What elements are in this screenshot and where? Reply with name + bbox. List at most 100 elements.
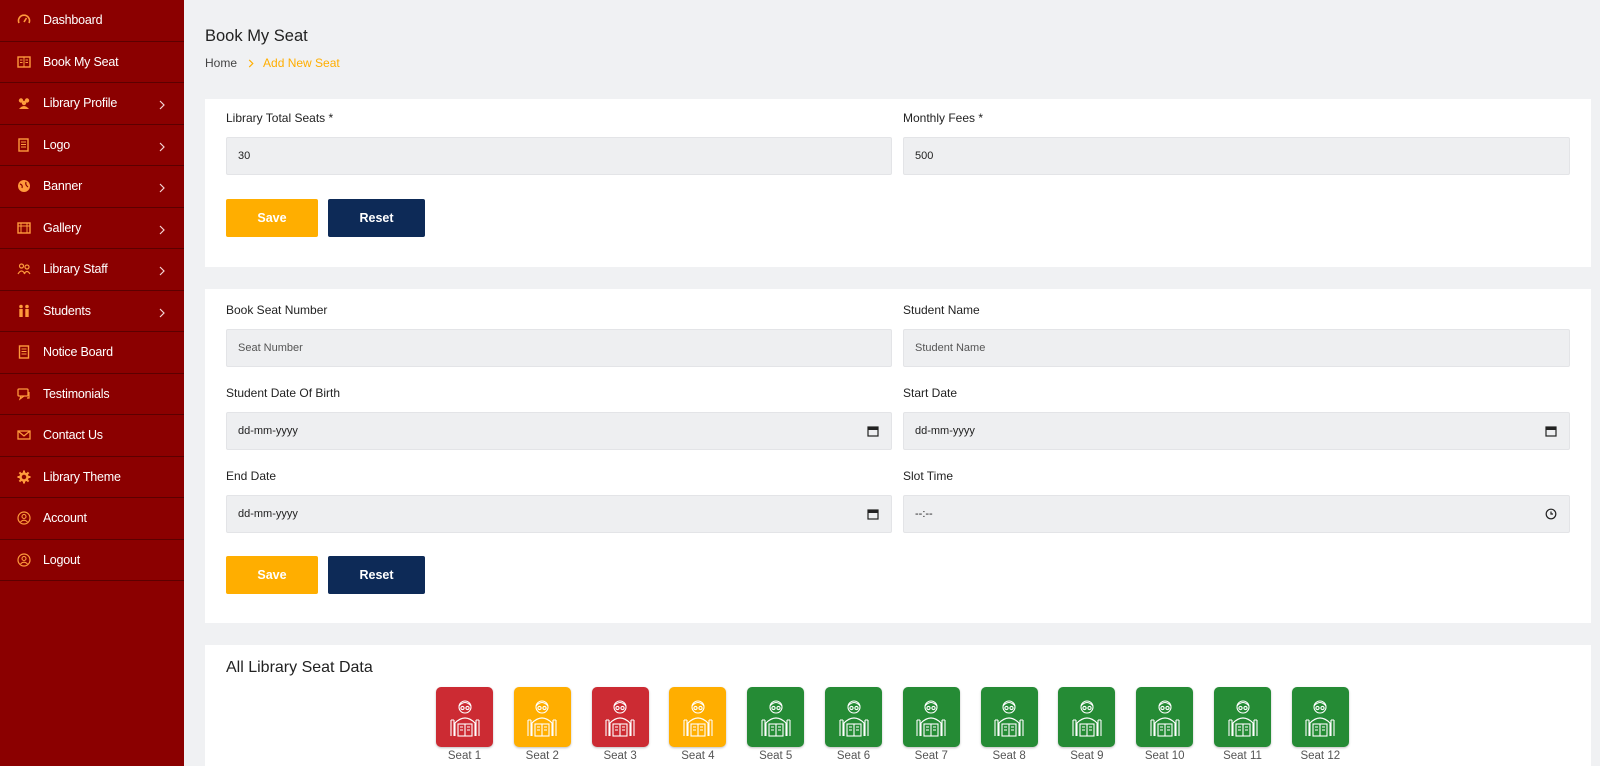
seat-person-icon	[436, 687, 493, 747]
settings-reset-button[interactable]: Reset	[328, 199, 425, 237]
student-name-label: Student Name	[903, 303, 980, 317]
seat-label: Seat 8	[992, 750, 1026, 762]
calendar-icon[interactable]	[867, 425, 879, 437]
seat-person-icon	[825, 687, 882, 747]
seat-person-icon	[1136, 687, 1194, 747]
sidebar-item-label: Library Profile	[43, 96, 118, 111]
seat-person-icon	[1291, 687, 1349, 747]
sidebar-nav: Dashboard Book My Seat Library Profile Logo…	[0, 0, 184, 581]
gear-icon	[17, 470, 31, 484]
speedometer-icon	[17, 13, 31, 27]
seat-label: Seat 2	[525, 750, 559, 762]
dob-date-input[interactable]: dd-mm-yyyy	[226, 412, 892, 450]
sidebar-item-book-my-seat[interactable]: Book My Seat	[0, 42, 184, 83]
seat-data-title: All Library Seat Data	[226, 659, 373, 676]
calendar-icon[interactable]	[867, 508, 879, 520]
seat-label: Seat 1	[447, 750, 482, 762]
seat-tile[interactable]: Seat 6	[825, 687, 882, 762]
chevron-right-icon	[158, 181, 166, 193]
calendar-icon[interactable]	[1545, 425, 1557, 437]
chevron-right-icon	[158, 306, 166, 318]
breadcrumb: Home Add New Seat	[205, 56, 340, 70]
dob-value: dd-mm-yyyy	[238, 425, 298, 437]
chevron-right-icon	[158, 98, 166, 110]
student-name-input[interactable]: Student Name	[903, 329, 1570, 367]
sidebar-item-library-staff[interactable]: Library Staff	[0, 249, 184, 291]
seat-label: Seat 9	[1070, 750, 1104, 762]
sidebar-item-library-theme[interactable]: Library Theme	[0, 457, 184, 498]
users-icon	[17, 96, 31, 110]
slot-time-value: --:--	[915, 508, 933, 520]
chevron-right-icon	[158, 223, 166, 235]
seat-person-icon	[1214, 687, 1271, 747]
seat-tile[interactable]: Seat 12	[1291, 687, 1349, 762]
seat-tile[interactable]: Seat 3	[591, 687, 649, 762]
dob-label: Student Date Of Birth	[226, 386, 341, 400]
seat-number-label: Book Seat Number	[226, 303, 328, 317]
seat-person-icon	[591, 687, 649, 747]
sidebar-item-banner[interactable]: Banner	[0, 166, 184, 208]
sidebar-item-contact-us[interactable]: Contact Us	[0, 415, 184, 457]
clock-icon[interactable]	[1545, 508, 1557, 520]
seat-label: Seat 3	[603, 750, 637, 762]
chevron-right-icon	[248, 58, 254, 68]
seat-person-icon	[902, 687, 960, 747]
chat-icon	[17, 387, 31, 401]
total-seats-input[interactable]: 30	[226, 137, 892, 175]
sidebar-item-logo[interactable]: Logo	[0, 125, 184, 166]
sidebar-item-label: Account	[43, 511, 87, 526]
sidebar-item-testimonials[interactable]: Testimonials	[0, 374, 184, 415]
sidebar-item-logout[interactable]: Logout	[0, 540, 184, 581]
seat-label: Seat 10	[1144, 750, 1185, 762]
book-icon	[17, 55, 31, 69]
sidebar-item-dashboard[interactable]: Dashboard	[0, 0, 184, 42]
breadcrumb-current: Add New Seat	[263, 56, 340, 70]
sidebar-item-label: Banner	[43, 179, 83, 194]
seat-person-icon	[1058, 687, 1116, 747]
monthly-fees-input[interactable]: 500	[903, 137, 1570, 175]
sidebar-item-label: Contact Us	[43, 428, 103, 443]
start-date-label: Start Date	[903, 386, 958, 400]
seat-person-icon	[980, 687, 1038, 747]
seat-person-icon	[669, 687, 727, 747]
breadcrumb-home-link[interactable]: Home	[205, 56, 237, 70]
seat-tile[interactable]: Seat 9	[1058, 687, 1116, 762]
sidebar: Dashboard Book My Seat Library Profile Logo…	[0, 0, 184, 766]
settings-save-button[interactable]: Save	[226, 199, 318, 237]
monthly-fees-label: Monthly Fees *	[903, 111, 984, 125]
sidebar-item-students[interactable]: Students	[0, 291, 184, 332]
slot-time-input[interactable]: --:--	[903, 495, 1570, 533]
seat-label: Seat 7	[914, 750, 948, 762]
seat-tile[interactable]: Seat 7	[902, 687, 960, 762]
staff-icon	[17, 262, 31, 276]
seat-tile[interactable]: Seat 10	[1136, 687, 1194, 762]
seat-label: Seat 12	[1300, 750, 1341, 762]
end-date-value: dd-mm-yyyy	[238, 508, 298, 520]
seat-tile[interactable]: Seat 8	[980, 687, 1038, 762]
seat-tile[interactable]: Seat 5	[747, 687, 805, 762]
booking-reset-button[interactable]: Reset	[328, 556, 425, 594]
seat-number-input[interactable]: Seat Number	[226, 329, 892, 367]
sidebar-item-account[interactable]: Account	[0, 498, 184, 540]
book-seat-card: Book Seat Number Seat Number Student Nam…	[205, 289, 1591, 623]
sidebar-item-label: Notice Board	[43, 345, 113, 360]
logout-icon	[17, 553, 31, 567]
main-content: Book My Seat Home Add New Seat Library T…	[184, 0, 1600, 766]
seat-tile[interactable]: Seat 11	[1214, 687, 1271, 762]
end-date-input[interactable]: dd-mm-yyyy	[226, 495, 892, 533]
start-date-input[interactable]: dd-mm-yyyy	[903, 412, 1570, 450]
sidebar-item-gallery[interactable]: Gallery	[0, 208, 184, 249]
globe-icon	[17, 179, 31, 193]
gallery-icon	[17, 221, 31, 235]
total-seats-label: Library Total Seats *	[226, 111, 334, 125]
sidebar-item-library-profile[interactable]: Library Profile	[0, 83, 184, 125]
booking-save-button[interactable]: Save	[226, 556, 318, 594]
sidebar-item-label: Library Theme	[43, 469, 121, 484]
seat-tile[interactable]: Seat 2	[513, 687, 571, 762]
sidebar-item-notice-board[interactable]: Notice Board	[0, 332, 184, 374]
sidebar-item-label: Library Staff	[43, 262, 108, 277]
seat-tile[interactable]: Seat 4	[669, 687, 727, 762]
end-date-label: End Date	[226, 469, 277, 483]
seat-tile[interactable]: Seat 1	[436, 687, 493, 762]
sidebar-item-label: Gallery	[43, 220, 82, 235]
